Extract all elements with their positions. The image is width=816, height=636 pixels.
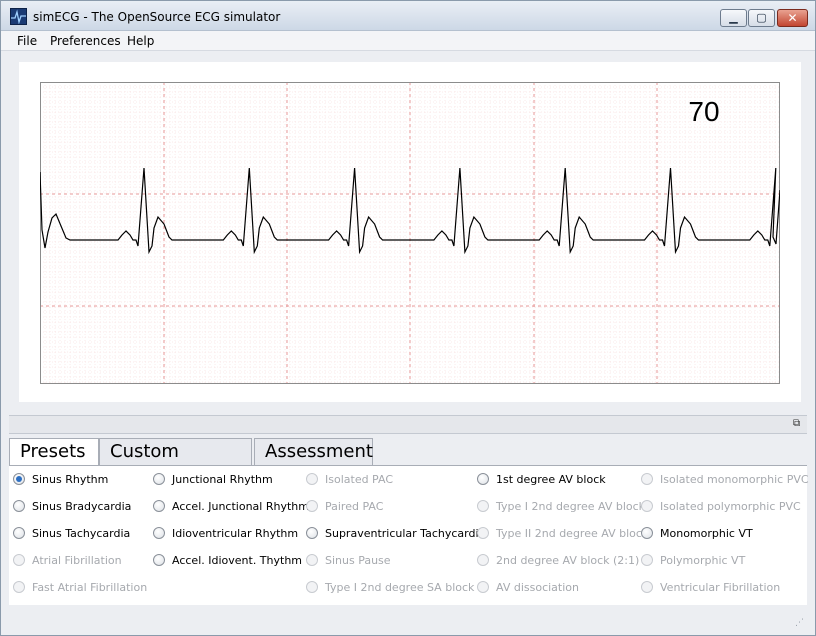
ecg-monitor-panel: 70: [19, 62, 801, 402]
resize-grip-icon[interactable]: ⋰: [795, 617, 805, 627]
preset-radio-option[interactable]: 1st degree AV block: [477, 470, 606, 488]
radio-button: [477, 500, 489, 512]
preset-label: Sinus Rhythm: [32, 472, 109, 486]
menu-help[interactable]: Help: [127, 34, 154, 48]
ecg-monitor: 70: [40, 82, 780, 384]
radio-button: [477, 581, 489, 593]
radio-button[interactable]: [13, 500, 25, 512]
maximize-icon: ▢: [756, 12, 767, 24]
preset-radio-option[interactable]: Idioventricular Rhythm: [153, 524, 298, 542]
radio-button: [641, 473, 653, 485]
panel-splitter[interactable]: ⧉: [9, 415, 807, 434]
preset-radio-option[interactable]: Sinus Rhythm: [13, 470, 108, 488]
title-bar[interactable]: simECG - The OpenSource ECG simulator ▁ …: [1, 1, 815, 31]
radio-button[interactable]: [153, 554, 165, 566]
minimize-icon: ▁: [729, 12, 738, 24]
menu-bar: File Preferences Help: [1, 31, 815, 51]
preset-label: 2nd degree AV block (2:1): [496, 553, 640, 567]
preset-radio-option: Type II 2nd degree AV block: [477, 524, 648, 542]
preset-radio-option: Paired PAC: [306, 497, 383, 515]
preset-label: Isolated PAC: [325, 472, 394, 486]
radio-button[interactable]: [153, 527, 165, 539]
preset-radio-option: Isolated monomorphic PVC: [641, 470, 809, 488]
maximize-button[interactable]: ▢: [748, 9, 775, 27]
radio-button[interactable]: [477, 473, 489, 485]
radio-button[interactable]: [13, 473, 25, 485]
preset-label: Idioventricular Rhythm: [172, 526, 299, 540]
preset-radio-option[interactable]: Sinus Bradycardia: [13, 497, 131, 515]
radio-button: [477, 554, 489, 566]
heart-rate-readout: 70: [688, 96, 719, 127]
preset-label: AV dissociation: [496, 580, 579, 594]
ecg-app-icon: [10, 8, 27, 25]
preset-label: Atrial Fibrillation: [32, 553, 122, 567]
window-title: simECG - The OpenSource ECG simulator: [33, 10, 281, 24]
preset-label: Fast Atrial Fibrillation: [32, 580, 148, 594]
preset-label: Isolated polymorphic PVC: [660, 499, 801, 513]
radio-button: [306, 500, 318, 512]
preset-radio-option: Sinus Pause: [306, 551, 391, 569]
restore-icon[interactable]: ⧉: [793, 419, 803, 429]
radio-button: [306, 581, 318, 593]
radio-button: [641, 581, 653, 593]
close-icon: ✕: [787, 11, 798, 25]
menu-preferences[interactable]: Preferences: [50, 34, 121, 48]
preset-label: Accel. Junctional Rhythm: [172, 499, 309, 513]
radio-button: [306, 554, 318, 566]
preset-label: Sinus Tachycardia: [32, 526, 131, 540]
preset-label: Accel. Idiovent. Thythm: [172, 553, 303, 567]
radio-button: [13, 554, 25, 566]
presets-panel: Sinus Rhythm Sinus Bradycardia Sinus Tachy…: [9, 465, 809, 605]
tab-bar: Presets Custom settings Assessment: [9, 438, 807, 488]
preset-radio-option: Polymorphic VT: [641, 551, 745, 569]
preset-label: 1st degree AV block: [496, 472, 606, 486]
radio-button[interactable]: [153, 473, 165, 485]
tab-presets[interactable]: Presets: [9, 438, 99, 467]
minimize-button[interactable]: ▁: [720, 9, 747, 27]
radio-button[interactable]: [641, 527, 653, 539]
preset-label: Monomorphic VT: [660, 526, 753, 540]
radio-button: [641, 554, 653, 566]
preset-label: Sinus Bradycardia: [32, 499, 132, 513]
radio-button: [477, 527, 489, 539]
preset-label: Type I 2nd degree SA block: [325, 580, 475, 594]
preset-radio-option: Type I 2nd degree AV block: [477, 497, 645, 515]
preset-label: Type II 2nd degree AV block: [496, 526, 649, 540]
preset-label: Isolated monomorphic PVC: [660, 472, 809, 486]
close-button[interactable]: ✕: [777, 9, 808, 27]
preset-radio-option: Fast Atrial Fibrillation: [13, 578, 147, 596]
status-bar: ⋰: [9, 609, 807, 629]
preset-radio-option[interactable]: Accel. Idiovent. Thythm: [153, 551, 302, 569]
radio-button[interactable]: [13, 527, 25, 539]
preset-radio-option[interactable]: Accel. Junctional Rhythm: [153, 497, 309, 515]
preset-radio-option: AV dissociation: [477, 578, 579, 596]
preset-label: Polymorphic VT: [660, 553, 746, 567]
preset-radio-option: Isolated PAC: [306, 470, 393, 488]
tab-custom-settings[interactable]: Custom settings: [99, 438, 252, 488]
radio-button[interactable]: [153, 500, 165, 512]
preset-label: Junctional Rhythm: [172, 472, 273, 486]
preset-radio-option: Isolated polymorphic PVC: [641, 497, 801, 515]
preset-label: Sinus Pause: [325, 553, 391, 567]
preset-label: Paired PAC: [325, 499, 384, 513]
preset-radio-option: Ventricular Fibrillation: [641, 578, 780, 596]
preset-radio-option[interactable]: Supraventricular Tachycardia: [306, 524, 485, 542]
menu-file[interactable]: File: [17, 34, 37, 48]
preset-radio-option[interactable]: Junctional Rhythm: [153, 470, 273, 488]
preset-radio-option[interactable]: Monomorphic VT: [641, 524, 753, 542]
preset-radio-option: Atrial Fibrillation: [13, 551, 122, 569]
radio-button: [306, 473, 318, 485]
preset-radio-option: 2nd degree AV block (2:1): [477, 551, 639, 569]
radio-button[interactable]: [306, 527, 318, 539]
preset-label: Type I 2nd degree AV block: [496, 499, 646, 513]
radio-button: [13, 581, 25, 593]
preset-label: Ventricular Fibrillation: [660, 580, 781, 594]
radio-button: [641, 500, 653, 512]
tab-assessment[interactable]: Assessment: [254, 438, 373, 466]
app-window: simECG - The OpenSource ECG simulator ▁ …: [0, 0, 816, 636]
preset-label: Supraventricular Tachycardia: [325, 526, 486, 540]
preset-radio-option: Type I 2nd degree SA block: [306, 578, 474, 596]
preset-radio-option[interactable]: Sinus Tachycardia: [13, 524, 130, 542]
